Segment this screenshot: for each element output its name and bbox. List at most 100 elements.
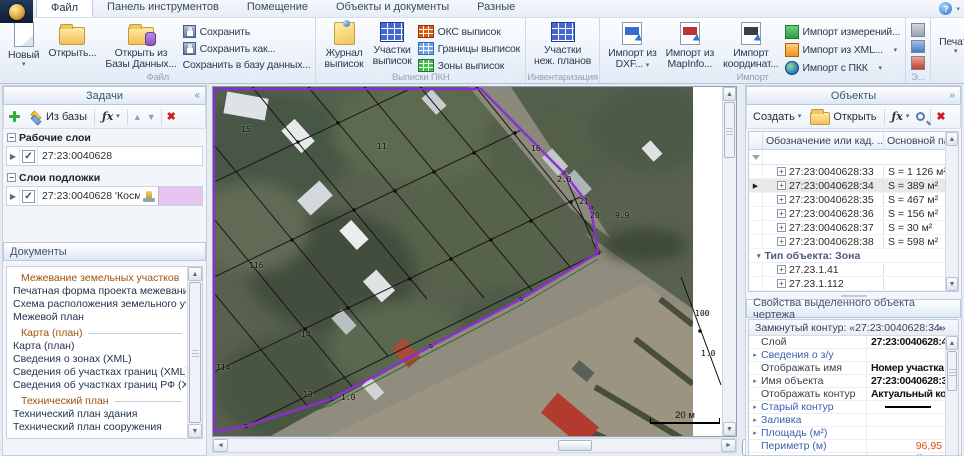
zone-row[interactable]: +27.23.1.41	[749, 263, 958, 277]
import-coordinates-button[interactable]: Импорт координат...	[720, 20, 781, 70]
from-database-button[interactable]: Из базы	[26, 110, 89, 124]
parcels-vypisok-button[interactable]: Участки выписок	[370, 20, 415, 70]
object-row[interactable]: +27:23:0040628:35 S = 467 м²	[749, 193, 958, 207]
column-header-designation[interactable]: Обозначение или кад. ...	[763, 132, 884, 149]
doc-item[interactable]: Сведения об участках границ (XML)	[7, 366, 186, 379]
object-row[interactable]: +27:23:0040628:38 S = 598 м²	[749, 235, 958, 249]
move-down-icon[interactable]: ▼	[147, 112, 156, 122]
collapse-panel-icon[interactable]: «	[194, 90, 200, 101]
object-row[interactable]: +27:23:0040628:33 S = 1 126 м²	[749, 165, 958, 179]
collapse-section-icon[interactable]: −	[7, 173, 16, 182]
export-item-icon[interactable]	[911, 23, 925, 37]
scroll-up-icon[interactable]: ▲	[188, 267, 202, 281]
import-mapinfo-button[interactable]: Импорт из MapInfo...	[663, 20, 718, 70]
function-button[interactable]: ƒx ▾	[890, 109, 912, 124]
property-row[interactable]: Отображать имя Номер участка	[749, 362, 958, 375]
open-object-button[interactable]: Открыть	[808, 108, 878, 126]
tab-file[interactable]: Файл	[36, 0, 93, 17]
layer-visibility-checkbox[interactable]: ✓	[22, 150, 35, 163]
oks-vypisok-button[interactable]: ОКС выписок	[418, 25, 520, 38]
doc-item[interactable]: Сведения о зонах (XML)	[7, 353, 186, 366]
expander-icon[interactable]: ▸	[749, 416, 761, 424]
doc-item[interactable]: Схема расположения земельного участка	[7, 298, 186, 311]
tab-toolbar-panel[interactable]: Панель инструментов	[93, 0, 233, 17]
export-item-icon[interactable]	[911, 56, 925, 70]
tab-premises[interactable]: Помещение	[233, 0, 322, 17]
expand-icon[interactable]: +	[777, 195, 786, 204]
property-row[interactable]: ▸ Имя объекта 27:23:0040628:34	[749, 375, 958, 388]
property-row[interactable]: Слой 27:23:0040628:40	[749, 336, 958, 349]
working-layer-row[interactable]: ▶ ✓ 27:23:0040628	[6, 146, 203, 166]
doc-item[interactable]: Технический план здания	[7, 408, 186, 421]
underlay-layers-section[interactable]: − Слои подложки	[3, 169, 206, 186]
property-row[interactable]: Периметр (м) 96,95	[749, 440, 958, 453]
row-expander-icon[interactable]: ▶	[7, 147, 20, 165]
import-xml-button[interactable]: Импорт из XML... ▾	[785, 43, 901, 57]
scrollbar-thumb[interactable]	[189, 282, 201, 423]
object-row-selected[interactable]: ▶ +27:23:0040628:34 S = 389 м²	[749, 179, 958, 193]
group-collapse-icon[interactable]: ▾	[757, 252, 761, 260]
collapse-group-icon[interactable]: ▴	[938, 323, 942, 332]
borders-vypisok-button[interactable]: Границы выписок	[418, 42, 520, 55]
property-row[interactable]: ▸ Старый контур	[749, 401, 958, 414]
working-layers-section[interactable]: − Рабочие слои	[3, 129, 206, 146]
open-button[interactable]: Открыть...	[45, 20, 99, 70]
working-layer-value[interactable]: 27:23:0040628	[38, 147, 202, 165]
property-row[interactable]: Признак контура Наземный контур	[749, 453, 958, 455]
scroll-up-icon[interactable]: ▲	[723, 87, 736, 101]
journal-vypisok-button[interactable]: Журнал выписок	[321, 20, 366, 70]
save-button[interactable]: Сохранить	[183, 25, 311, 38]
doc-item[interactable]: Технический план сооружения	[7, 421, 186, 434]
help-icon[interactable]: ?	[939, 2, 952, 15]
delete-task-icon[interactable]: ✖	[167, 110, 176, 123]
property-row[interactable]: ▸ Площадь (м²)	[749, 427, 958, 440]
property-row[interactable]: ▸ Заливка	[749, 414, 958, 427]
scroll-left-icon[interactable]: ◄	[213, 439, 228, 452]
scroll-down-icon[interactable]: ▼	[188, 424, 202, 438]
import-measurements-button[interactable]: Импорт измерений...	[785, 25, 901, 39]
settings-search-icon[interactable]	[916, 112, 925, 121]
doc-item[interactable]: Сведения об участках границ РФ (XML)	[7, 379, 186, 392]
add-task-icon[interactable]	[8, 110, 21, 123]
underlay-layer-value[interactable]: 27:23:0040628 'Косми...	[38, 187, 140, 205]
objects-table-scrollbar[interactable]: ▲ ▼	[945, 132, 958, 291]
scroll-right-icon[interactable]: ►	[721, 439, 736, 452]
object-group-row[interactable]: ▾ Тип объекта: Зона	[749, 249, 958, 263]
move-up-icon[interactable]: ▲	[133, 112, 142, 122]
underlay-layer-row[interactable]: ▶ ✓ 27:23:0040628 'Косми...	[6, 186, 203, 206]
application-menu-button[interactable]	[0, 0, 33, 23]
contour-group-header[interactable]: Замкнутый контур: «27:23:0040628:34» ▴	[749, 320, 958, 336]
expand-icon[interactable]: +	[777, 237, 786, 246]
tab-objects-documents[interactable]: Объекты и документы	[322, 0, 463, 17]
collapse-section-icon[interactable]: −	[7, 133, 16, 142]
layer-color-swatch[interactable]	[158, 187, 202, 205]
scrollbar-thumb[interactable]	[947, 351, 957, 391]
nonresidential-plans-button[interactable]: Участки неж. планов	[531, 20, 594, 70]
tab-misc[interactable]: Разные	[463, 0, 529, 17]
object-row[interactable]: +27:23:0040628:36 S = 156 м²	[749, 207, 958, 221]
expander-icon[interactable]: ▸	[749, 377, 761, 385]
documents-scrollbar[interactable]: ▲ ▼	[187, 267, 202, 438]
expand-icon[interactable]: +	[777, 279, 786, 288]
new-button[interactable]: Новый ▾	[5, 20, 42, 70]
scrollbar-thumb[interactable]	[558, 440, 592, 451]
property-row[interactable]: ▸ Сведения о з/у	[749, 349, 958, 362]
open-from-database-button[interactable]: Открыть из Базы Данных...	[102, 20, 179, 70]
map-vertical-scrollbar[interactable]: ▲ ▼	[722, 87, 736, 436]
map-horizontal-scrollbar[interactable]: ◄ ►	[212, 438, 737, 453]
satellite-map[interactable]	[213, 87, 724, 437]
property-row[interactable]: Отображать контур Актуальный кон...	[749, 388, 958, 401]
save-to-database-button[interactable]: Сохранить в базу данных...	[183, 59, 311, 71]
scroll-down-icon[interactable]: ▼	[723, 422, 736, 436]
doc-item[interactable]: Межевой план	[7, 311, 186, 324]
save-as-button[interactable]: Сохранить как...	[183, 42, 311, 55]
export-item-icon[interactable]	[911, 40, 925, 54]
expander-icon[interactable]: ▸	[749, 403, 761, 411]
scroll-down-icon[interactable]: ▼	[946, 277, 958, 291]
delete-object-icon[interactable]: ✖	[936, 110, 945, 123]
collapse-panel-icon[interactable]: »	[949, 90, 955, 101]
properties-scrollbar[interactable]: ▲	[945, 336, 958, 455]
scrollbar-thumb[interactable]	[724, 102, 735, 158]
expand-icon[interactable]: +	[777, 167, 786, 176]
zones-vypisok-button[interactable]: Зоны выписок	[418, 59, 520, 72]
